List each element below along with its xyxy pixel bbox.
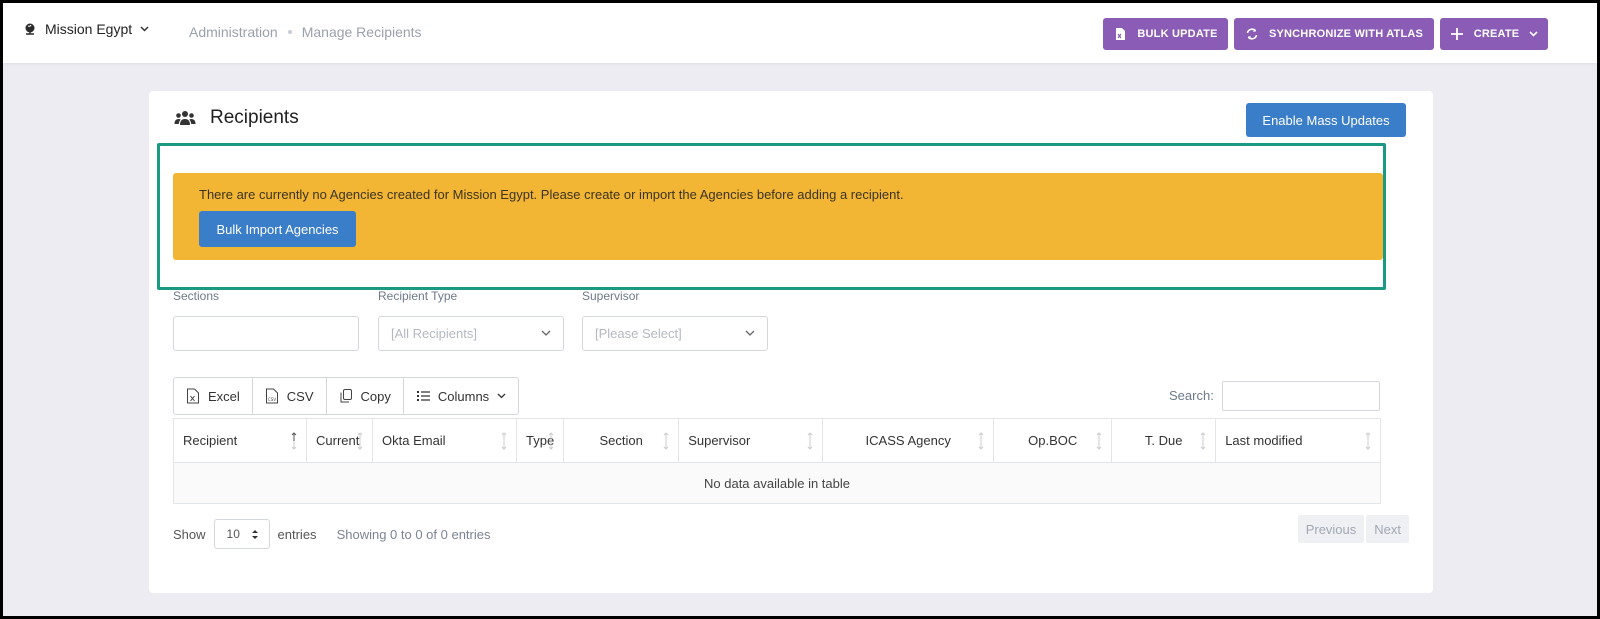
empty-table-message: No data available in table [173, 462, 1381, 504]
column-header-t-due[interactable]: T. Due [1111, 418, 1217, 463]
columns-button[interactable]: Columns [404, 378, 518, 414]
chevron-down-icon [1529, 31, 1538, 37]
enable-mass-updates-button[interactable]: Enable Mass Updates [1246, 103, 1406, 137]
chevron-down-icon [745, 330, 755, 336]
recipient-type-label: Recipient Type [378, 289, 458, 303]
breadcrumb-administration[interactable]: Administration [189, 24, 278, 40]
bulk-update-label: BULK UPDATE [1137, 28, 1218, 40]
recipients-table: Recipient Current Okta Email Type Sectio… [173, 418, 1381, 504]
page-length-control: Show 10 entries Showing 0 to 0 of 0 entr… [173, 519, 491, 549]
sync-icon [1246, 28, 1258, 40]
synchronize-button[interactable]: SYNCHRONIZE WITH ATLAS [1234, 18, 1434, 50]
column-header-recipient[interactable]: Recipient [173, 418, 307, 463]
app-frame: Mission Egypt Administration Manage Reci… [3, 3, 1597, 616]
table-info: Showing 0 to 0 of 0 entries [336, 526, 491, 542]
top-bar: Mission Egypt Administration Manage Reci… [3, 3, 1597, 63]
column-header-okta-email[interactable]: Okta Email [372, 418, 517, 463]
sort-icon [807, 432, 813, 450]
copy-label: Copy [360, 388, 391, 404]
copy-button[interactable]: Copy [327, 378, 404, 414]
page-title: Recipients [174, 107, 299, 129]
search-label: Search: [1169, 388, 1214, 403]
column-header-supervisor[interactable]: Supervisor [678, 418, 824, 463]
breadcrumb-manage-recipients: Manage Recipients [301, 24, 422, 40]
previous-page-button[interactable]: Previous [1297, 515, 1365, 543]
sort-icon [1200, 432, 1206, 450]
sort-icon [1365, 432, 1371, 450]
column-header-last-modified[interactable]: Last modified [1215, 418, 1381, 463]
excel-file-icon [1116, 28, 1126, 40]
next-page-button[interactable]: Next [1366, 515, 1409, 543]
sort-icon [291, 432, 297, 450]
export-toolbar: Excel CSV CSV Copy Columns [173, 377, 520, 415]
show-label: Show [173, 526, 206, 542]
page-length-select[interactable]: 10 [213, 519, 270, 549]
page-length-value: 10 [226, 527, 240, 541]
page-title-text: Recipients [210, 107, 299, 128]
excel-file-icon [187, 388, 199, 404]
search-input[interactable] [1222, 381, 1380, 411]
mission-name: Mission Egypt [45, 21, 133, 37]
entries-label: entries [277, 526, 317, 542]
supervisor-value: [Please Select] [595, 326, 682, 341]
csv-file-icon: CSV [265, 388, 278, 404]
sort-icon [501, 432, 507, 450]
list-icon [416, 391, 430, 401]
excel-label: Excel [208, 388, 240, 404]
table-header-row: Recipient Current Okta Email Type Sectio… [173, 418, 1381, 463]
create-button[interactable]: CREATE [1440, 18, 1548, 50]
sort-icon [663, 432, 669, 450]
globe-icon [25, 23, 35, 35]
pagination: Previous Next [1297, 515, 1409, 543]
breadcrumb: Administration Manage Recipients [189, 24, 422, 40]
sort-updown-icon [251, 530, 258, 539]
chevron-down-icon [140, 26, 149, 32]
sort-icon [978, 432, 984, 450]
csv-button[interactable]: CSV CSV [253, 378, 327, 414]
users-icon [174, 111, 196, 125]
highlight-box [157, 143, 1386, 290]
bulk-update-button[interactable]: BULK UPDATE [1103, 18, 1228, 50]
chevron-down-icon [541, 330, 551, 336]
sort-icon [357, 432, 363, 450]
column-header-current[interactable]: Current [306, 418, 373, 463]
column-header-section[interactable]: Section [563, 418, 680, 463]
recipient-type-value: [All Recipients] [391, 326, 477, 341]
mission-selector[interactable]: Mission Egypt [23, 21, 149, 37]
svg-text:CSV: CSV [268, 397, 276, 402]
create-label: CREATE [1473, 28, 1520, 40]
csv-label: CSV [286, 388, 314, 404]
column-header-type[interactable]: Type [515, 418, 565, 463]
supervisor-label: Supervisor [582, 289, 640, 303]
sections-label: Sections [173, 289, 220, 303]
supervisor-select[interactable]: [Please Select] [582, 316, 768, 351]
sort-icon [1096, 432, 1102, 450]
column-header-icass-agency[interactable]: ICASS Agency [822, 418, 995, 463]
copy-icon [340, 389, 352, 403]
table-row: No data available in table [173, 462, 1381, 504]
excel-button[interactable]: Excel [174, 378, 253, 414]
synchronize-label: SYNCHRONIZE WITH ATLAS [1268, 28, 1424, 40]
breadcrumb-separator [287, 30, 292, 34]
chevron-down-icon [497, 393, 506, 399]
sections-input[interactable] [173, 316, 359, 351]
columns-label: Columns [437, 388, 490, 404]
sort-icon [548, 432, 554, 450]
plus-icon [1450, 28, 1463, 40]
recipient-type-select[interactable]: [All Recipients] [378, 316, 564, 351]
column-header-op-boc[interactable]: Op.BOC [993, 418, 1113, 463]
